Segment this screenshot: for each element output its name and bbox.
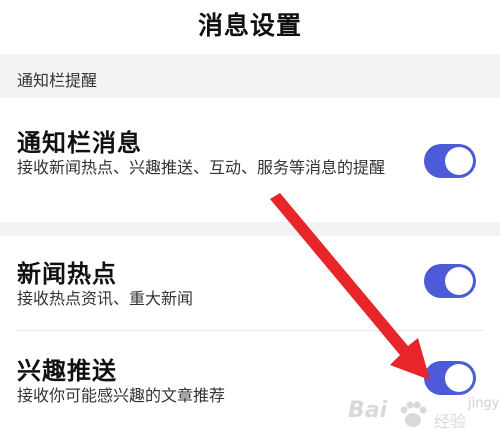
baidu-jingyan-watermark: Bai 经验 jingyan: [330, 392, 500, 436]
watermark-suffix: 经验: [434, 412, 467, 431]
watermark-domain: jingyan: [468, 396, 500, 411]
annotation-arrow-icon: [270, 193, 430, 380]
watermark-brand: Bai: [348, 398, 388, 423]
paw-logo-icon: [400, 401, 427, 427]
